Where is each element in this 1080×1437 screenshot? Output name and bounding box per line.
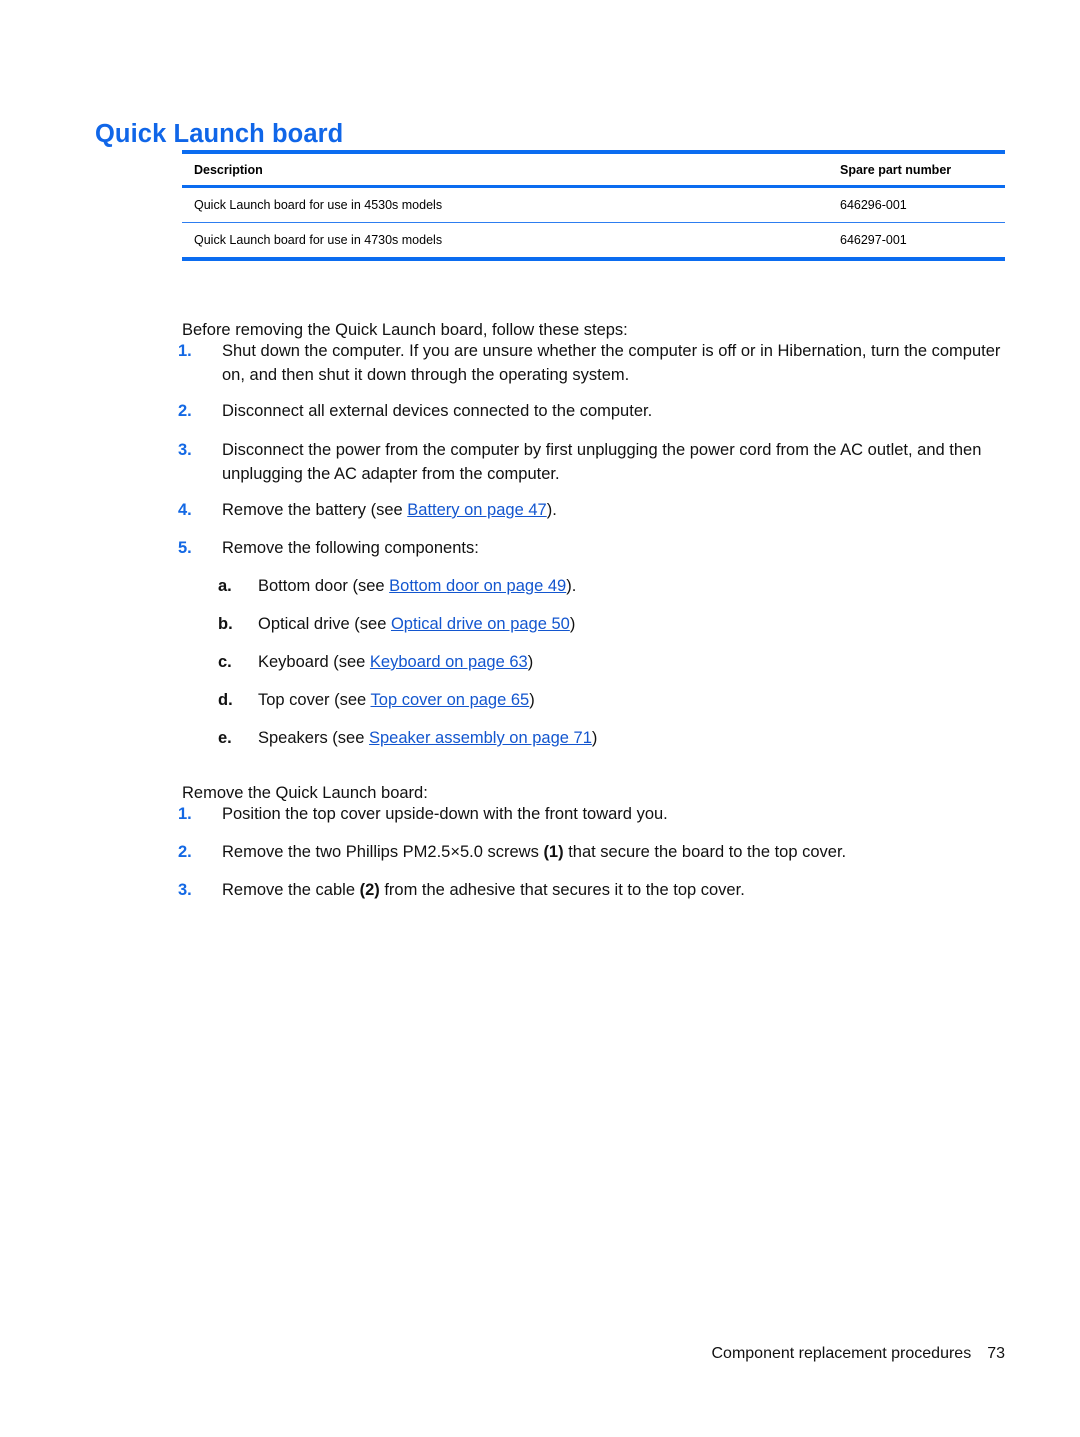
step-text: Remove the two Phillips PM2.5×5.0 screws… — [222, 840, 1008, 864]
cross-reference-link-speaker-assembly[interactable]: Speaker assembly on page 71 — [369, 729, 592, 747]
subitem-text: Optical drive (see Optical drive on page… — [258, 612, 1008, 636]
subitem-text-before: Optical drive (see — [258, 615, 391, 633]
step-text-before: Shut down the computer. If you are unsur… — [222, 342, 1001, 384]
subitem-text: Speakers (see Speaker assembly on page 7… — [258, 726, 1008, 750]
step-text: Remove the battery (see Battery on page … — [222, 498, 1008, 522]
cell-spare-part-number: 646296-001 — [828, 186, 1005, 223]
prerequisite-subitem-c: c. Keyboard (see Keyboard on page 63) — [218, 650, 1008, 674]
cross-reference-link-battery[interactable]: Battery on page 47 — [407, 501, 546, 519]
callout-reference: (1) — [543, 843, 564, 861]
step-text-before: Position the top cover upside-down with … — [222, 805, 668, 823]
step-marker: 1. — [178, 805, 192, 823]
prerequisite-step-3: 3. Disconnect the power from the compute… — [178, 438, 1008, 486]
step-text-before: Remove the battery (see — [222, 501, 408, 519]
step-text-after: from the adhesive that secures it to the… — [379, 881, 745, 899]
step-text: Remove the following components: — [222, 536, 1008, 560]
subitem-text-after: ) — [591, 729, 598, 747]
prerequisite-step-5: 5. Remove the following components: — [178, 536, 1008, 560]
subitem-marker: b. — [218, 615, 233, 633]
prerequisite-subitem-d: d. Top cover (see Top cover on page 65) — [218, 688, 1008, 712]
subitem-text-after: ) — [529, 691, 535, 709]
prerequisite-subitem-b: b. Optical drive (see Optical drive on p… — [218, 612, 1008, 636]
spare-parts-table: Description Spare part number Quick Laun… — [182, 150, 1005, 261]
cross-reference-link-optical-drive[interactable]: Optical drive on page 50 — [391, 615, 570, 633]
subitem-text-after: ) — [527, 653, 534, 671]
step-text-after: that secure the board to the top cover. — [563, 843, 847, 861]
subitem-marker: a. — [218, 577, 232, 595]
cross-reference-link-bottom-door[interactable]: Bottom door on page 49 — [389, 577, 566, 595]
step-text: Disconnect all external devices connecte… — [222, 399, 1008, 423]
cross-reference-link-keyboard[interactable]: Keyboard on page 63 — [370, 653, 528, 671]
step-text-after: ). — [546, 501, 557, 519]
step-marker: 1. — [178, 342, 192, 360]
cell-spare-part-number: 646297-001 — [828, 222, 1005, 261]
step-text: Remove the cable (2) from the adhesive t… — [222, 878, 1008, 902]
step-marker: 3. — [178, 441, 192, 459]
step-text: Position the top cover upside-down with … — [222, 802, 1008, 826]
page-footer: Component replacement procedures 73 — [0, 1345, 1006, 1363]
cell-description: Quick Launch board for use in 4530s mode… — [182, 186, 828, 223]
prerequisite-step-2: 2. Disconnect all external devices conne… — [178, 399, 1008, 423]
prerequisite-lead-text: Before removing the Quick Launch board, … — [182, 320, 628, 339]
step-marker: 2. — [178, 843, 192, 861]
subitem-marker: d. — [218, 691, 233, 709]
step-marker: 5. — [178, 539, 192, 557]
subitem-marker: e. — [218, 729, 232, 747]
column-header-description: Description — [182, 150, 828, 188]
table-row: Quick Launch board for use in 4730s mode… — [182, 222, 1005, 261]
removal-step-2: 2. Remove the two Phillips PM2.5×5.0 scr… — [178, 840, 1008, 864]
removal-step-1: 1. Position the top cover upside-down wi… — [178, 802, 1008, 826]
subitem-text-before: Bottom door (see — [258, 577, 390, 595]
callout-reference: (2) — [359, 881, 380, 899]
subitem-text-before: Speakers (see — [258, 729, 369, 747]
document-page: Quick Launch board Description Spare par… — [0, 0, 1080, 1437]
prerequisite-subitem-e: e. Speakers (see Speaker assembly on pag… — [218, 726, 1008, 750]
subitem-text-after: ). — [566, 577, 577, 595]
subitem-marker: c. — [218, 653, 232, 671]
subitem-text-before: Keyboard (see — [258, 653, 370, 671]
subitem-text: Bottom door (see Bottom door on page 49)… — [258, 574, 1008, 598]
cross-reference-link-top-cover[interactable]: Top cover on page 65 — [371, 691, 530, 709]
page-title: Quick Launch board — [95, 120, 344, 149]
subitem-text-before: Top cover (see — [258, 691, 371, 709]
table-header-row: Description Spare part number — [182, 150, 1005, 188]
step-text: Disconnect the power from the computer b… — [222, 438, 1008, 486]
step-text-before: Disconnect all external devices connecte… — [222, 402, 653, 420]
step-marker: 2. — [178, 402, 192, 420]
prerequisite-subitem-a: a. Bottom door (see Bottom door on page … — [218, 574, 1008, 598]
step-text-before: Remove the cable — [222, 881, 360, 899]
column-header-spare-part-number: Spare part number — [828, 150, 1005, 188]
subitem-text: Top cover (see Top cover on page 65) — [258, 688, 1008, 712]
step-text-before: Remove the two Phillips PM2.5×5.0 screws — [222, 843, 544, 861]
footer-page-number: 73 — [987, 1345, 1005, 1362]
subitem-text-after: ) — [569, 615, 576, 633]
step-marker: 3. — [178, 881, 192, 899]
step-marker: 4. — [178, 501, 192, 519]
step-text: Shut down the computer. If you are unsur… — [222, 339, 1008, 387]
removal-lead-text: Remove the Quick Launch board: — [182, 783, 428, 802]
step-text-before: Disconnect the power from the computer b… — [222, 441, 982, 483]
cell-description: Quick Launch board for use in 4730s mode… — [182, 222, 828, 261]
removal-step-3: 3. Remove the cable (2) from the adhesiv… — [178, 878, 1008, 902]
footer-title: Component replacement procedures — [711, 1345, 972, 1362]
subitem-text: Keyboard (see Keyboard on page 63) — [258, 650, 1008, 674]
prerequisite-step-4: 4. Remove the battery (see Battery on pa… — [178, 498, 1008, 522]
prerequisite-step-1: 1. Shut down the computer. If you are un… — [178, 339, 1008, 387]
step-text-before: Remove the following components: — [222, 539, 479, 557]
table-row: Quick Launch board for use in 4530s mode… — [182, 186, 1005, 223]
